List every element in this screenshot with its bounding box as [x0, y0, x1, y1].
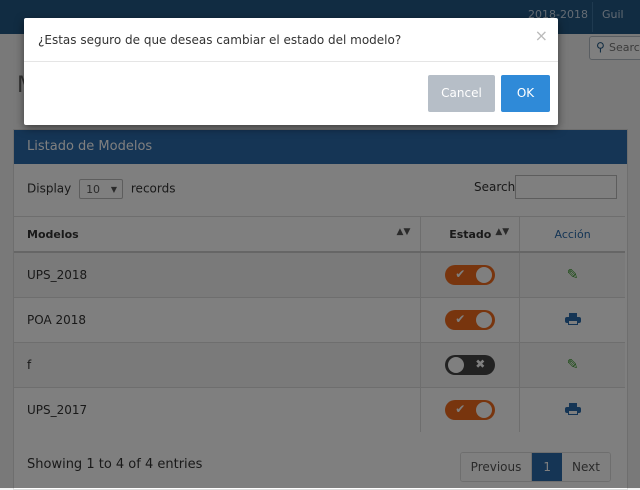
dialog-message: ¿Estas seguro de que deseas cambiar el e… [38, 33, 402, 47]
confirm-dialog: ¿Estas seguro de que deseas cambiar el e… [24, 18, 558, 125]
cancel-button[interactable]: Cancel [428, 75, 495, 112]
ok-button[interactable]: OK [501, 75, 550, 112]
dialog-body: ¿Estas seguro de que deseas cambiar el e… [24, 18, 558, 62]
close-icon[interactable]: × [535, 26, 548, 45]
